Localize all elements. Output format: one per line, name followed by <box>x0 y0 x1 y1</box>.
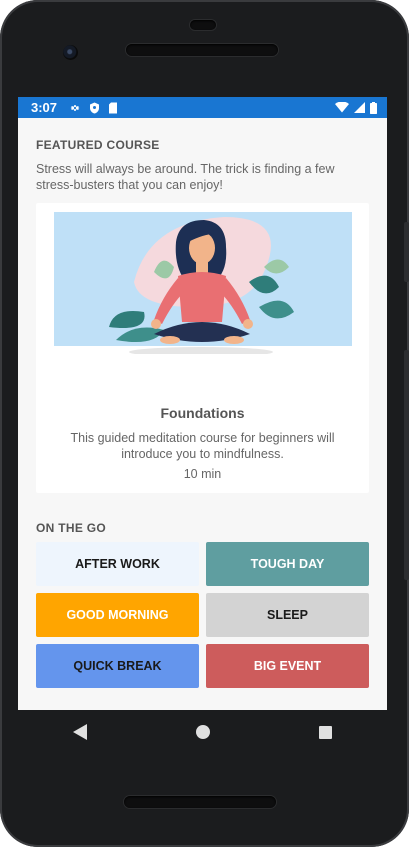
featured-course-title: FEATURED COURSE <box>36 138 160 152</box>
app-screen: 3:07 FEATURED COURSE Stress will always … <box>18 97 387 710</box>
course-description: This guided meditation course for beginn… <box>70 431 335 461</box>
sd-card-icon <box>109 102 118 113</box>
on-the-go-grid: AFTER WORK TOUGH DAY GOOD MORNING SLEEP … <box>36 542 369 688</box>
recents-icon <box>319 725 332 739</box>
course-duration: 10 min <box>183 467 222 481</box>
meditation-illustration <box>54 212 352 354</box>
course-title: Foundations <box>160 405 245 421</box>
bottom-speaker <box>124 796 276 808</box>
android-nav-bar <box>18 710 387 754</box>
power-button <box>404 350 409 580</box>
wifi-icon <box>335 102 349 113</box>
featured-course-subtitle: Stress will always be around. The trick … <box>36 162 335 192</box>
featured-course-card[interactable]: Foundations This guided meditation cours… <box>36 203 369 493</box>
on-the-go-title: ON THE GO <box>36 521 107 535</box>
shield-icon <box>90 102 100 113</box>
earpiece-speaker <box>126 44 278 56</box>
volume-button <box>404 222 409 282</box>
gear-icon <box>70 104 80 111</box>
status-time: 3:07 <box>31 100 58 115</box>
good-morning-button[interactable]: GOOD MORNING <box>36 593 199 637</box>
front-camera-icon <box>63 45 78 60</box>
big-event-button[interactable]: BIG EVENT <box>206 644 369 688</box>
nav-home-button[interactable] <box>188 717 218 747</box>
tough-day-button[interactable]: TOUGH DAY <box>206 542 369 586</box>
home-icon <box>195 725 210 739</box>
phone-frame: 3:07 FEATURED COURSE Stress will always … <box>0 0 409 847</box>
sleep-button[interactable]: SLEEP <box>206 593 369 637</box>
nav-recents-button[interactable] <box>311 717 341 747</box>
quick-break-button[interactable]: QUICK BREAK <box>36 644 199 688</box>
battery-icon <box>370 101 377 114</box>
after-work-button[interactable]: AFTER WORK <box>36 542 199 586</box>
status-bar: 3:07 <box>18 97 387 118</box>
back-icon <box>72 724 87 740</box>
signal-icon <box>354 102 365 113</box>
sensor-notch <box>190 20 216 30</box>
nav-back-button[interactable] <box>65 717 95 747</box>
